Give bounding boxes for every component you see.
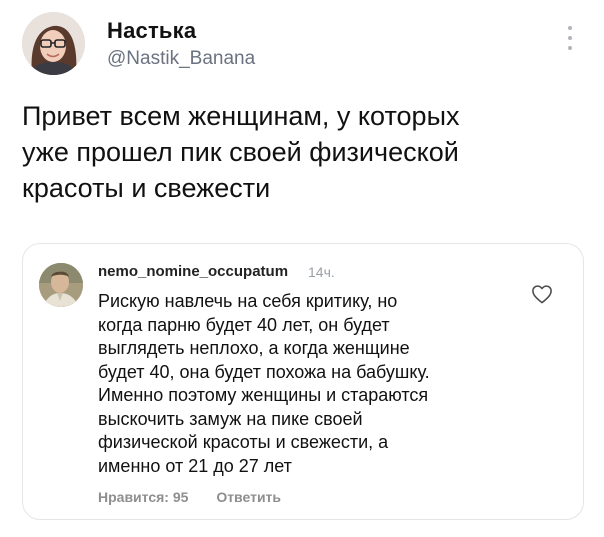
commenter-avatar[interactable] [39,263,83,307]
more-dot [568,26,572,30]
tweet-text: Привет всем женщинам, у которых уже прош… [22,101,460,203]
comment-timestamp: 14ч. [308,264,335,280]
author-avatar[interactable] [22,12,85,75]
author-handle[interactable]: @Nastik_Banana [107,48,255,70]
author-name[interactable]: Настька [107,18,196,44]
more-dot [568,46,572,50]
reply-button[interactable]: Ответить [216,489,281,505]
comment-actions: Нравится: 95 Ответить [98,489,281,505]
tweet: Настька @Nastik_Banana Привет всем женщи… [0,0,604,537]
heart-icon[interactable] [531,284,555,306]
more-icon[interactable] [562,26,578,50]
quoted-comment-card[interactable]: nemo_nomine_occupatum 14ч. Рискую навлеч… [22,243,584,520]
more-dot [568,36,572,40]
commenter-username[interactable]: nemo_nomine_occupatum [98,263,288,280]
likes-count[interactable]: Нравится: 95 [98,489,188,505]
comment-text: Рискую навлечь на себя критику, но когда… [98,291,430,476]
